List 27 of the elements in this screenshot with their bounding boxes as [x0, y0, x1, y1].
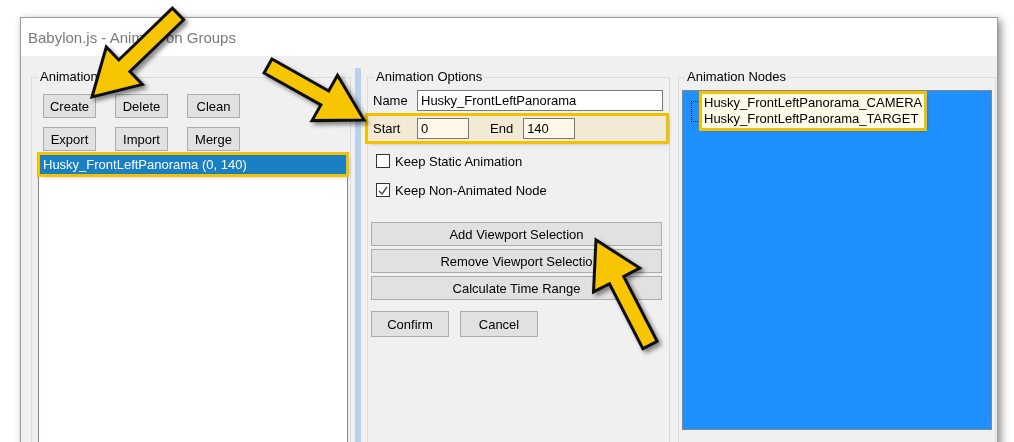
end-field[interactable]: 140	[523, 118, 576, 139]
panel-button[interactable]: Create	[43, 94, 96, 118]
checkbox[interactable]	[376, 154, 390, 168]
field-label: Name	[373, 92, 409, 108]
checkbox-label: Keep Non-Animated Node	[395, 182, 547, 198]
dialog-button[interactable]: Cancel	[460, 311, 538, 337]
name-field[interactable]: Husky_FrontLeftPanorama	[417, 89, 663, 111]
window-title: on Groups	[165, 28, 236, 46]
panel-button[interactable]: Import	[115, 127, 168, 151]
panel-button[interactable]: Export	[43, 127, 96, 151]
tree-node[interactable]: Husky_FrontLeftPanorama_CAMERA	[704, 95, 923, 111]
start-field[interactable]: 0	[417, 118, 469, 139]
action-button[interactable]: Add Viewport Selection	[371, 222, 662, 246]
field-label: End	[490, 121, 514, 136]
panel-button[interactable]: Merge	[187, 127, 240, 151]
group-label: Animation Nodes	[685, 69, 788, 84]
action-button[interactable]: Calculate Time Range	[371, 276, 662, 300]
panel-button[interactable]: Delete	[115, 94, 168, 118]
checkbox-label: Keep Static Animation	[395, 153, 523, 169]
group-label: Animation	[38, 69, 100, 84]
field-label: Start	[373, 121, 402, 136]
list-item[interactable]: Husky_FrontLeftPanorama (0, 140)	[40, 155, 346, 174]
dialog-button[interactable]: Confirm	[371, 311, 449, 337]
checkbox[interactable]	[376, 183, 390, 197]
group-label: Animation Options	[374, 69, 485, 84]
tree-node[interactable]: Husky_FrontLeftPanorama_TARGET	[704, 111, 923, 127]
panel-button[interactable]: Clean	[187, 94, 240, 118]
